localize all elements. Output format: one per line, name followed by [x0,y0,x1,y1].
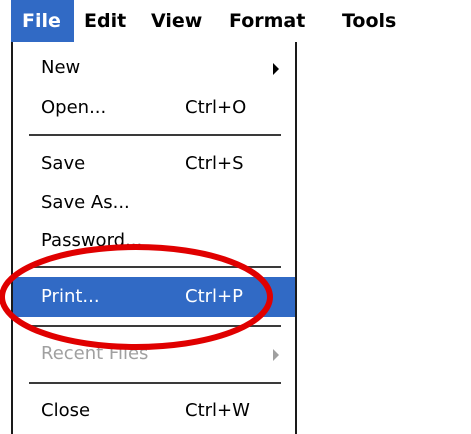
menu-edit[interactable]: Edit [74,0,139,42]
submenu-arrow-icon [273,63,279,75]
menu-separator [29,382,281,384]
menu-item-label: Save [41,153,86,174]
menu-item-password[interactable]: Password... [13,221,295,261]
file-dropdown-menu: New Open... Ctrl+O Save Ctrl+S Save As..… [11,42,297,434]
menu-item-new[interactable]: New [13,48,295,88]
menu-tools[interactable]: Tools [326,0,471,42]
menu-file[interactable]: File [11,0,74,42]
menu-bar: File Edit View Format Tools [0,0,471,42]
menu-separator [29,325,281,327]
menu-format[interactable]: Format [217,0,321,42]
menu-item-shortcut: Ctrl+W [185,400,250,421]
menu-item-label: Print... [41,286,100,307]
menu-item-shortcut: Ctrl+P [185,286,243,307]
menu-item-label: Recent Files [41,343,149,364]
menu-view[interactable]: View [141,0,215,42]
menu-item-open[interactable]: Open... Ctrl+O [13,88,295,128]
menu-separator [29,134,281,136]
menu-item-shortcut: Ctrl+S [185,153,244,174]
menu-item-label: Close [41,400,91,421]
menu-item-recent-files: Recent Files [13,334,295,374]
menu-item-label: New [41,57,81,78]
menu-separator [29,266,281,268]
menu-item-save-as[interactable]: Save As... [13,183,295,223]
menu-item-label: Save As... [41,192,130,213]
submenu-arrow-icon [273,349,279,361]
menu-item-close[interactable]: Close Ctrl+W [13,391,295,431]
menu-item-label: Open... [41,97,107,118]
menu-item-save[interactable]: Save Ctrl+S [13,144,295,184]
menu-item-label: Password... [41,230,143,251]
menu-item-shortcut: Ctrl+O [185,97,247,118]
screen: File Edit View Format Tools New Open... … [0,0,471,434]
menu-item-print[interactable]: Print... Ctrl+P [13,277,295,317]
